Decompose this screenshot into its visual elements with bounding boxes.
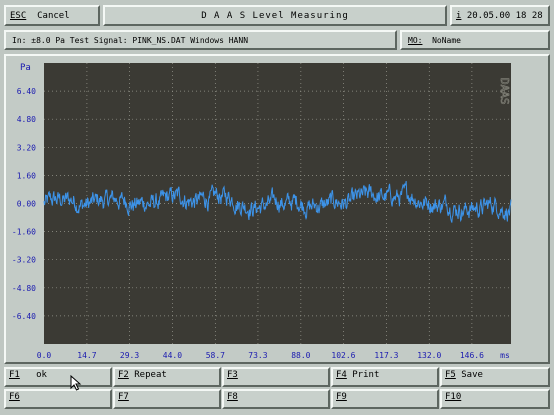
f2-key: F2	[118, 370, 129, 380]
window-title: D A A S Level Measuring	[103, 5, 447, 26]
cancel-button[interactable]: ESC Cancel	[4, 5, 100, 26]
f5-label: Save	[461, 370, 483, 380]
f2-repeat-button[interactable]: F2 Repeat	[113, 367, 221, 387]
mo-value: NoName	[432, 35, 461, 45]
cancel-label: Cancel	[37, 10, 70, 21]
f4-print-button[interactable]: F4 Print	[331, 367, 439, 387]
signal-info-text: In: ±8.0 Pa Test Signal: PINK_NS.DAT Win…	[12, 35, 249, 45]
f3-button[interactable]: F3	[222, 367, 330, 387]
f5-save-button[interactable]: F5 Save	[440, 367, 550, 387]
f10-button[interactable]: F10	[440, 389, 550, 409]
f5-key: F5	[445, 370, 456, 380]
measurement-object-field[interactable]: MO: NoName	[400, 30, 550, 50]
plot-panel	[4, 54, 550, 364]
f1-ok-button[interactable]: F1 ok	[4, 367, 112, 387]
f4-label: Print	[352, 370, 380, 380]
signal-info-bar: In: ±8.0 Pa Test Signal: PINK_NS.DAT Win…	[4, 30, 397, 50]
f7-button[interactable]: F7	[113, 389, 221, 409]
f8-button[interactable]: F8	[222, 389, 330, 409]
f10-key: F10	[445, 392, 462, 402]
esc-key-label: ESC	[10, 10, 27, 21]
f1-label: ok	[36, 370, 47, 380]
f6-key: F6	[9, 392, 20, 402]
f2-label: Repeat	[134, 370, 167, 380]
f7-key: F7	[118, 392, 129, 402]
datetime-display: 20.05.00 18 28	[466, 10, 543, 21]
f1-key: F1	[9, 370, 20, 380]
mouse-pointer-icon	[70, 375, 82, 391]
f3-key: F3	[227, 370, 238, 380]
mo-key-label: MO:	[408, 35, 423, 45]
f4-key: F4	[336, 370, 347, 380]
info-key-label: i	[456, 10, 462, 21]
f9-key: F9	[336, 392, 347, 402]
f9-button[interactable]: F9	[331, 389, 439, 409]
f8-key: F8	[227, 392, 238, 402]
window-title-text: D A A S Level Measuring	[201, 10, 349, 21]
f6-button[interactable]: F6	[4, 389, 112, 409]
info-button[interactable]: i 20.05.00 18 28	[450, 5, 550, 26]
